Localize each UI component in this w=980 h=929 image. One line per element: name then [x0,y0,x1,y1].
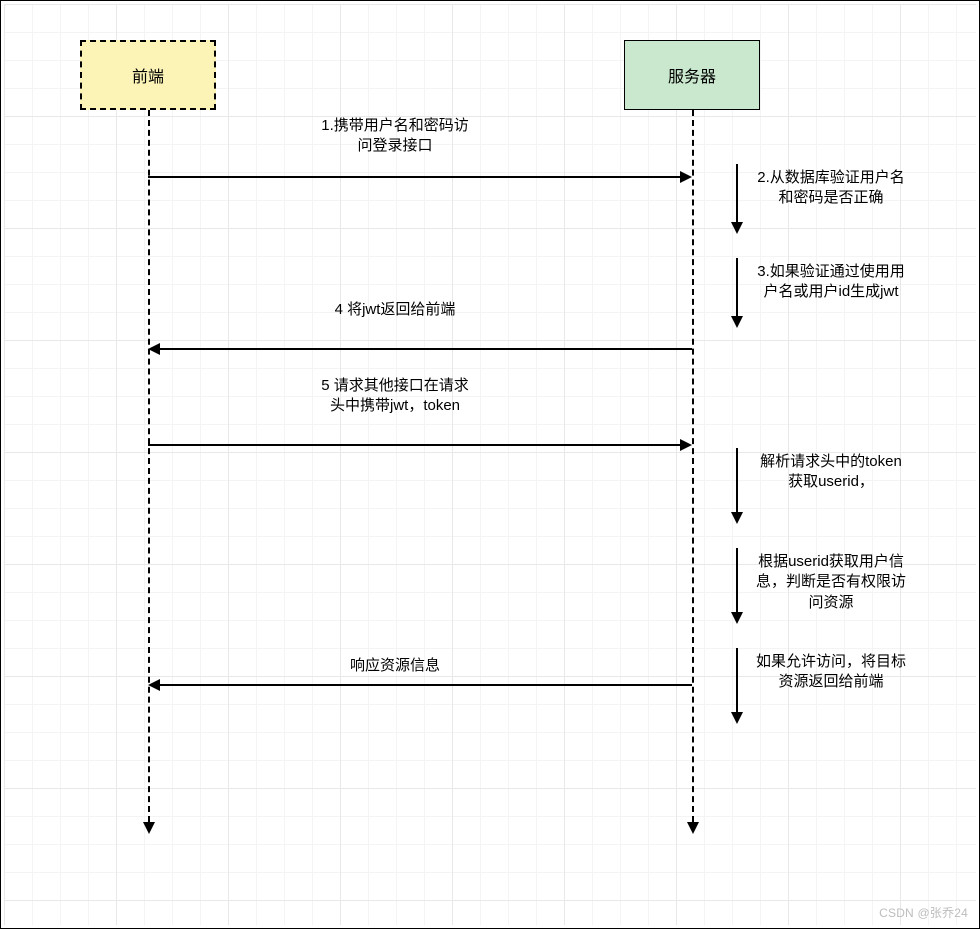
step-allow-arrowhead [731,712,743,724]
actor-frontend: 前端 [80,40,216,110]
msg1-arrowhead [680,171,692,183]
step-auth-arrow [736,548,738,612]
step-allow-label: 如果允许访问，将目标资源返回给前端 [756,652,906,693]
msg5-label: 5 请求其他接口在请求头中携带jwt，token [320,376,470,417]
actor-frontend-label: 前端 [132,63,164,87]
msg5-arrowhead [680,439,692,451]
step3-label: 3.如果验证通过使用用户名或用户id生成jwt [756,262,906,303]
step2-label: 2.从数据库验证用户名和密码是否正确 [756,168,906,209]
step2-arrowhead [731,222,743,234]
step-auth-arrowhead [731,612,743,624]
step-allow-arrow [736,648,738,712]
step3-arrowhead [731,316,743,328]
msg4-arrowhead [148,343,160,355]
lifeline-server [692,110,694,822]
watermark: CSDN @张乔24 [879,904,968,921]
actor-server: 服务器 [624,40,760,110]
actor-server-label: 服务器 [668,63,716,87]
msg-resp-arrow [160,684,692,686]
lifeline-server-arrowhead [687,822,699,834]
msg4-arrow [160,348,692,350]
step3-arrow [736,258,738,316]
step2-arrow [736,164,738,222]
step-auth-label: 根据userid获取用户信息，判断是否有权限访问资源 [756,552,906,613]
lifeline-frontend [148,110,150,822]
msg-resp-label: 响应资源信息 [320,656,470,676]
step-parse-arrowhead [731,512,743,524]
step-parse-arrow [736,448,738,512]
msg1-arrow [148,176,680,178]
lifeline-frontend-arrowhead [143,822,155,834]
msg1-label: 1.携带用户名和密码访问登录接口 [320,116,470,157]
msg5-arrow [148,444,680,446]
msg4-label: 4 将jwt返回给前端 [320,300,470,320]
step-parse-label: 解析请求头中的token获取userid， [756,452,906,493]
msg-resp-arrowhead [148,679,160,691]
